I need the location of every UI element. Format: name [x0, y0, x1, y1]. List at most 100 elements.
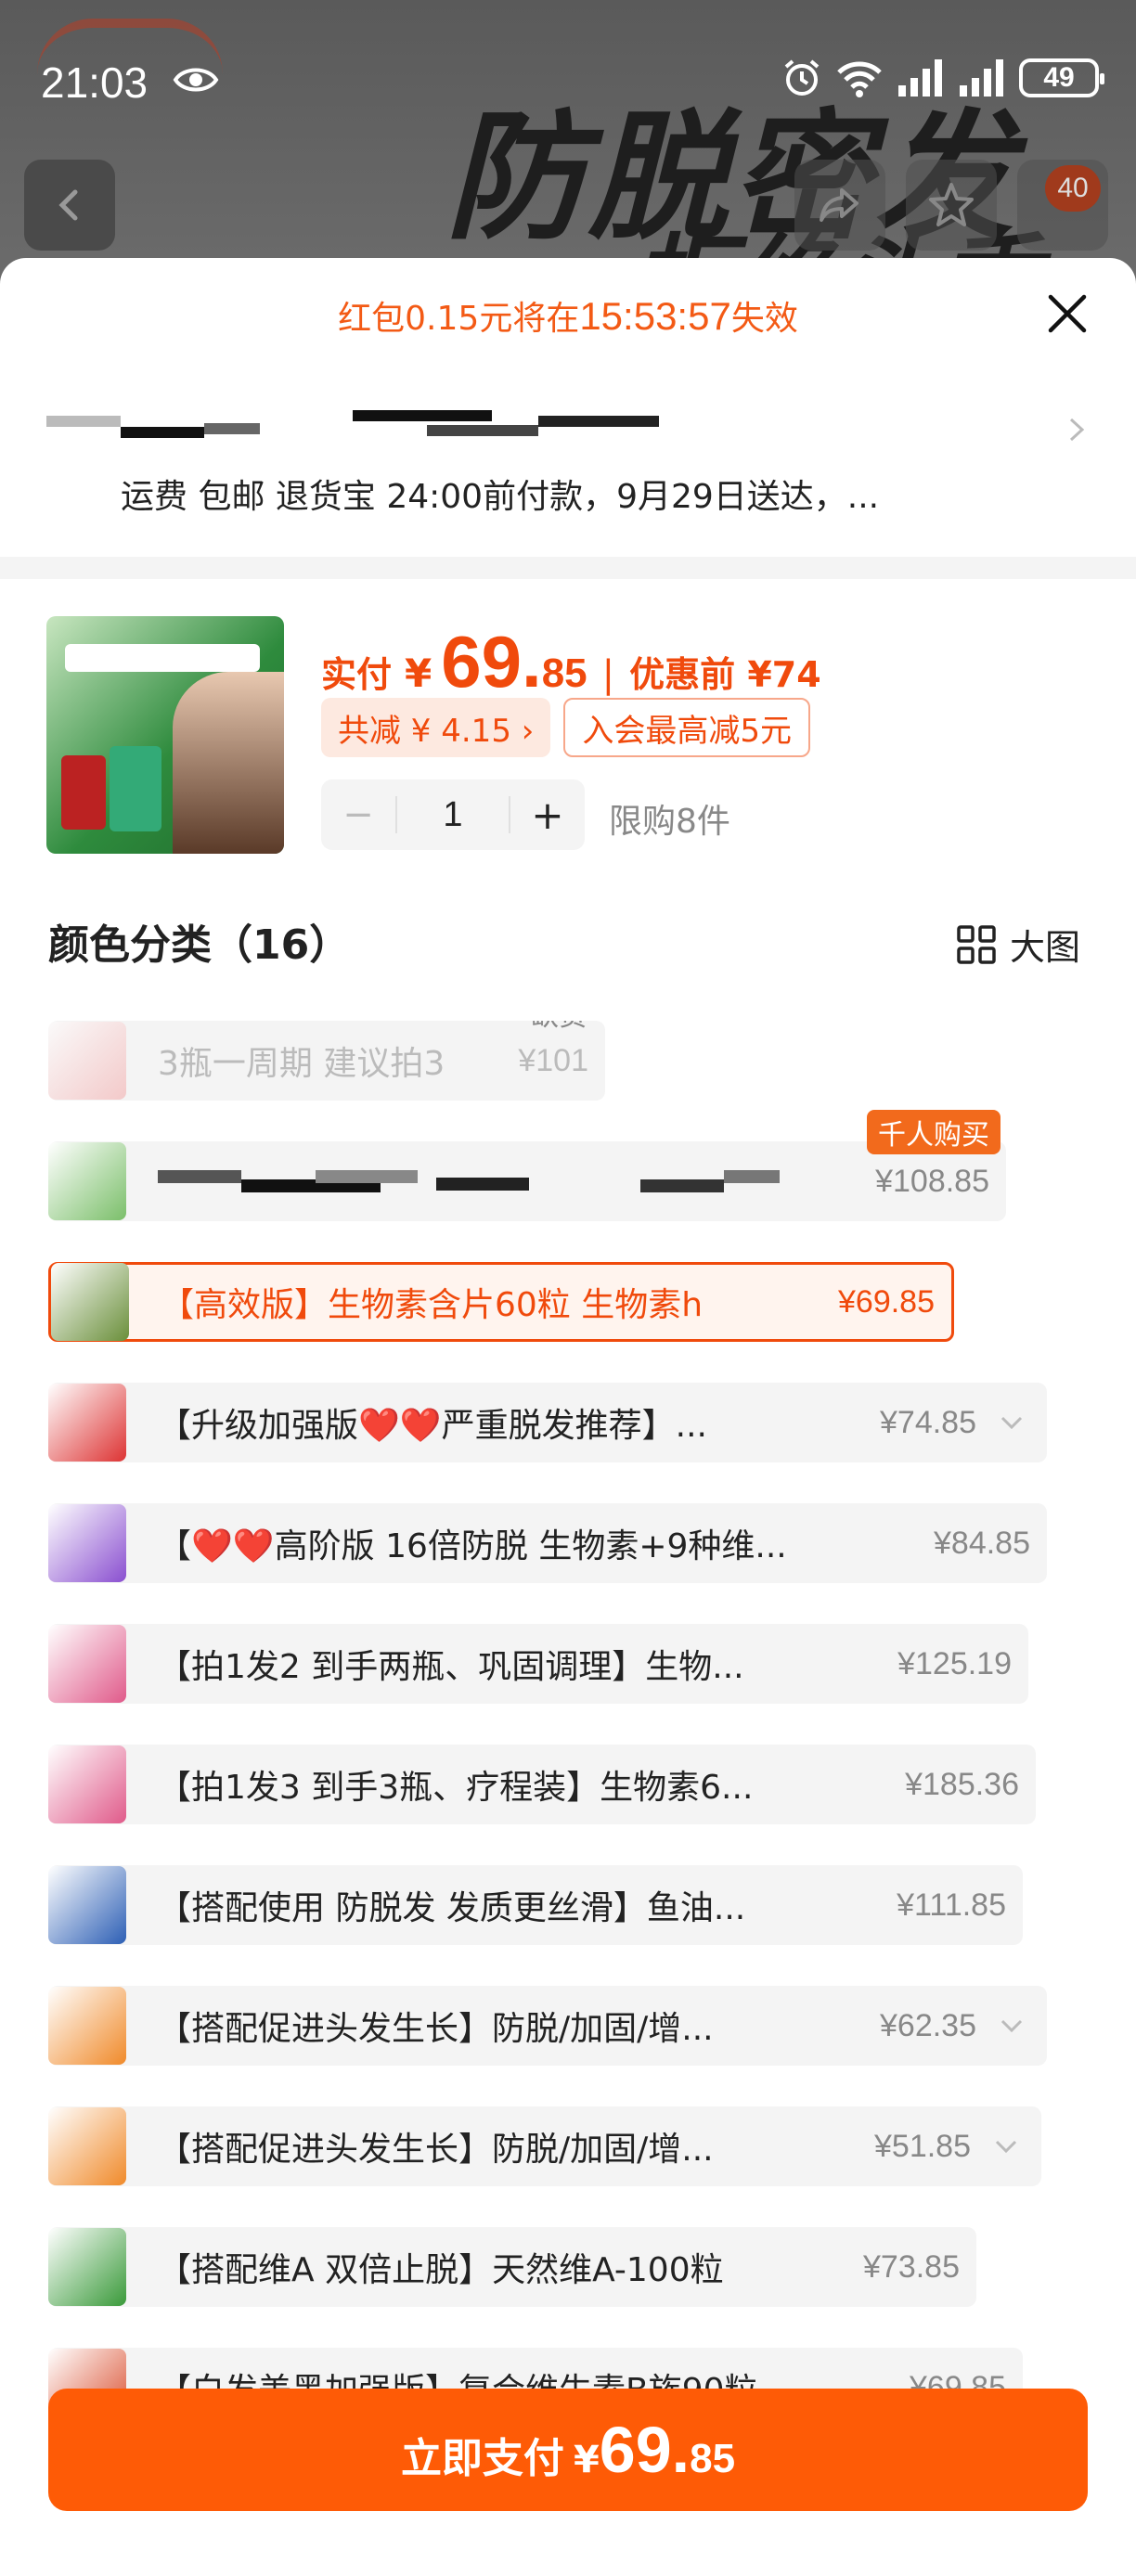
variant-option[interactable]: 【搭配维A 双倍止脱】天然维A-100粒 ¥73.85: [48, 2227, 976, 2307]
timer-suffix: 失效: [730, 300, 798, 338]
variant-price: ¥101: [518, 1042, 588, 1078]
variant-section-title: 颜色分类（16）: [48, 921, 351, 969]
purchase-limit: 限购8件: [609, 803, 730, 841]
variant-option[interactable]: 【拍1发2 到手两瓶、巩固调理】生物... ¥125.19: [48, 1624, 1028, 1704]
status-icons: 49: [781, 58, 1104, 98]
variant-option[interactable]: 【搭配促进头发生长】防脱/加固/增... ¥51.85: [48, 2106, 1041, 2186]
out-of-stock-badge: 缺货: [522, 1021, 596, 1037]
variant-name: 【搭配促进头发生长】防脱/加固/增...: [158, 2131, 714, 2169]
signal-icon-2: [960, 59, 1003, 97]
chevron-left-icon: [58, 189, 78, 221]
variant-name: 【高效版】生物素含片60粒 生物素h: [161, 1286, 704, 1324]
variant-thumbnail: [48, 1987, 126, 2065]
variant-price: ¥185.36: [905, 1766, 1019, 1802]
variant-option[interactable]: 【搭配使用 防脱发 发质更丝滑】鱼油... ¥111.85: [48, 1865, 1023, 1945]
favorite-button[interactable]: [906, 160, 997, 251]
variant-price: ¥111.85: [897, 1887, 1006, 1923]
pay-now-button[interactable]: 立即支付 ¥ 69. 85: [48, 2389, 1088, 2511]
pay-now-integer: 69.: [599, 2414, 691, 2486]
variant-price: ¥108.85: [875, 1163, 989, 1199]
section-divider: [0, 557, 1136, 579]
star-icon: [929, 183, 974, 226]
variant-name: 【拍1发2 到手两瓶、巩固调理】生物...: [158, 1648, 744, 1686]
variant-thumbnail: [48, 2228, 126, 2306]
variant-thumbnail: [51, 1263, 129, 1341]
cart-count-badge: 40: [1045, 165, 1101, 212]
variant-option[interactable]: 【升级加强版❤️❤️严重脱发推荐】... ¥74.85: [48, 1383, 1047, 1462]
pay-now-label: 立即支付: [400, 2435, 564, 2482]
chevron-down-icon[interactable]: [988, 2128, 1025, 2165]
variant-name: 3瓶一周期 建议拍3: [158, 1045, 445, 1083]
pay-now-decimal: 85: [690, 2436, 736, 2481]
variant-list: 3瓶一周期 建议拍3 ¥101 缺货 ¥108.85 千人购买【高效版】生物素含片60粒…: [0, 1021, 1136, 2576]
variant-thumbnail: [48, 1866, 126, 1944]
variant-thumbnail: [48, 1384, 126, 1462]
variant-name: 【搭配促进头发生长】防脱/加固/增...: [158, 2010, 714, 2048]
alarm-icon: [784, 59, 820, 96]
variant-option[interactable]: 【高效版】生物素含片60粒 生物素h ¥69.85: [48, 1262, 954, 1342]
variant-name: 【搭配使用 防脱发 发质更丝滑】鱼油...: [158, 1889, 746, 1927]
variant-thumbnail: [48, 1745, 126, 1823]
total-discount-chip[interactable]: 共减 ¥ 4.15 ›: [321, 698, 551, 757]
wifi-icon: [837, 61, 882, 97]
signal-icon: [898, 59, 942, 97]
chevron-down-icon[interactable]: [993, 2007, 1030, 2044]
product-image[interactable]: [46, 616, 284, 854]
variant-thumbnail: [48, 1625, 126, 1703]
grid-icon: [957, 924, 996, 964]
close-icon[interactable]: [1045, 291, 1090, 336]
variant-thumbnail: [48, 1504, 126, 1582]
big-image-label: 大图: [1009, 927, 1080, 968]
chevron-down-icon[interactable]: [993, 1404, 1030, 1441]
variant-price: ¥125.19: [897, 1645, 1012, 1681]
battery-indicator: 49: [1019, 58, 1104, 97]
chevron-right-icon[interactable]: [1062, 416, 1090, 444]
sku-selector-sheet: 红包0.15元将在15:53:57失效 运费 包邮 退货宝 24:00前付款，9…: [0, 258, 1136, 2576]
variant-option[interactable]: 【拍1发3 到手3瓶、疗程装】生物素6... ¥185.36: [48, 1745, 1036, 1824]
share-icon: [820, 188, 858, 222]
shipping-info: 运费 包邮 退货宝 24:00前付款，9月29日送达，...: [121, 478, 880, 516]
variant-thumbnail: [48, 1142, 126, 1220]
decrease-button[interactable]: −: [321, 793, 395, 836]
discount-row: 共减 ¥ 4.15 › 入会最高减5元: [321, 698, 810, 757]
variant-name: 【搭配维A 双倍止脱】天然维A-100粒: [158, 2251, 724, 2289]
increase-button[interactable]: +: [510, 792, 585, 838]
price-line: 实付 ¥ 69. 85 | 优惠前 ¥74: [321, 620, 821, 704]
price-decimal: 85: [541, 650, 587, 696]
timer-prefix: 红包0.15元将在: [338, 300, 580, 338]
variant-price: ¥69.85: [838, 1283, 935, 1320]
currency-symbol: ¥: [405, 650, 432, 696]
back-button[interactable]: [24, 160, 115, 251]
variant-name-redacted: [158, 1163, 862, 1200]
pay-now-currency: ¥: [573, 2439, 600, 2481]
quantity-stepper: − 1 +: [321, 779, 585, 850]
price-before-discount: 优惠前 ¥74: [629, 654, 821, 695]
timer-countdown: 15:53:57: [579, 294, 731, 338]
quantity-value[interactable]: 1: [395, 795, 510, 834]
status-time: 21:03: [41, 58, 148, 107]
variant-price: ¥84.85: [934, 1525, 1030, 1561]
variant-price: ¥73.85: [863, 2248, 960, 2285]
variant-option[interactable]: 【搭配促进头发生长】防脱/加固/增... ¥62.35: [48, 1986, 1047, 2066]
variant-price: ¥74.85: [880, 1404, 976, 1440]
price-separator: |: [601, 653, 615, 696]
variant-option[interactable]: ¥108.85: [48, 1141, 1006, 1221]
eye-icon: [173, 68, 219, 92]
variant-name: 【升级加强版❤️❤️严重脱发推荐】...: [158, 1407, 707, 1445]
variant-name: 【拍1发3 到手3瓶、疗程装】生物素6...: [158, 1769, 754, 1807]
big-image-toggle[interactable]: 大图: [956, 919, 1080, 970]
member-discount-chip[interactable]: 入会最高减5元: [563, 698, 810, 757]
variant-price: ¥62.35: [880, 2007, 976, 2043]
variant-thumbnail: [48, 1022, 126, 1100]
pay-label: 实付: [321, 654, 393, 695]
variant-thumbnail: [48, 2107, 126, 2185]
redpacket-timer: 红包0.15元将在15:53:57失效: [0, 291, 1136, 340]
status-bar: 21:03 49: [0, 0, 1136, 139]
popular-badge: 千人购买: [867, 1110, 1000, 1154]
share-button[interactable]: [794, 160, 885, 251]
variant-option[interactable]: 【❤️❤️高阶版 16倍防脱 生物素+9种维... ¥84.85: [48, 1503, 1047, 1583]
price-integer: 69.: [441, 621, 542, 702]
variant-name: 【❤️❤️高阶版 16倍防脱 生物素+9种维...: [158, 1527, 787, 1565]
variant-price: ¥51.85: [874, 2128, 971, 2164]
address-redacted[interactable]: [46, 406, 659, 447]
